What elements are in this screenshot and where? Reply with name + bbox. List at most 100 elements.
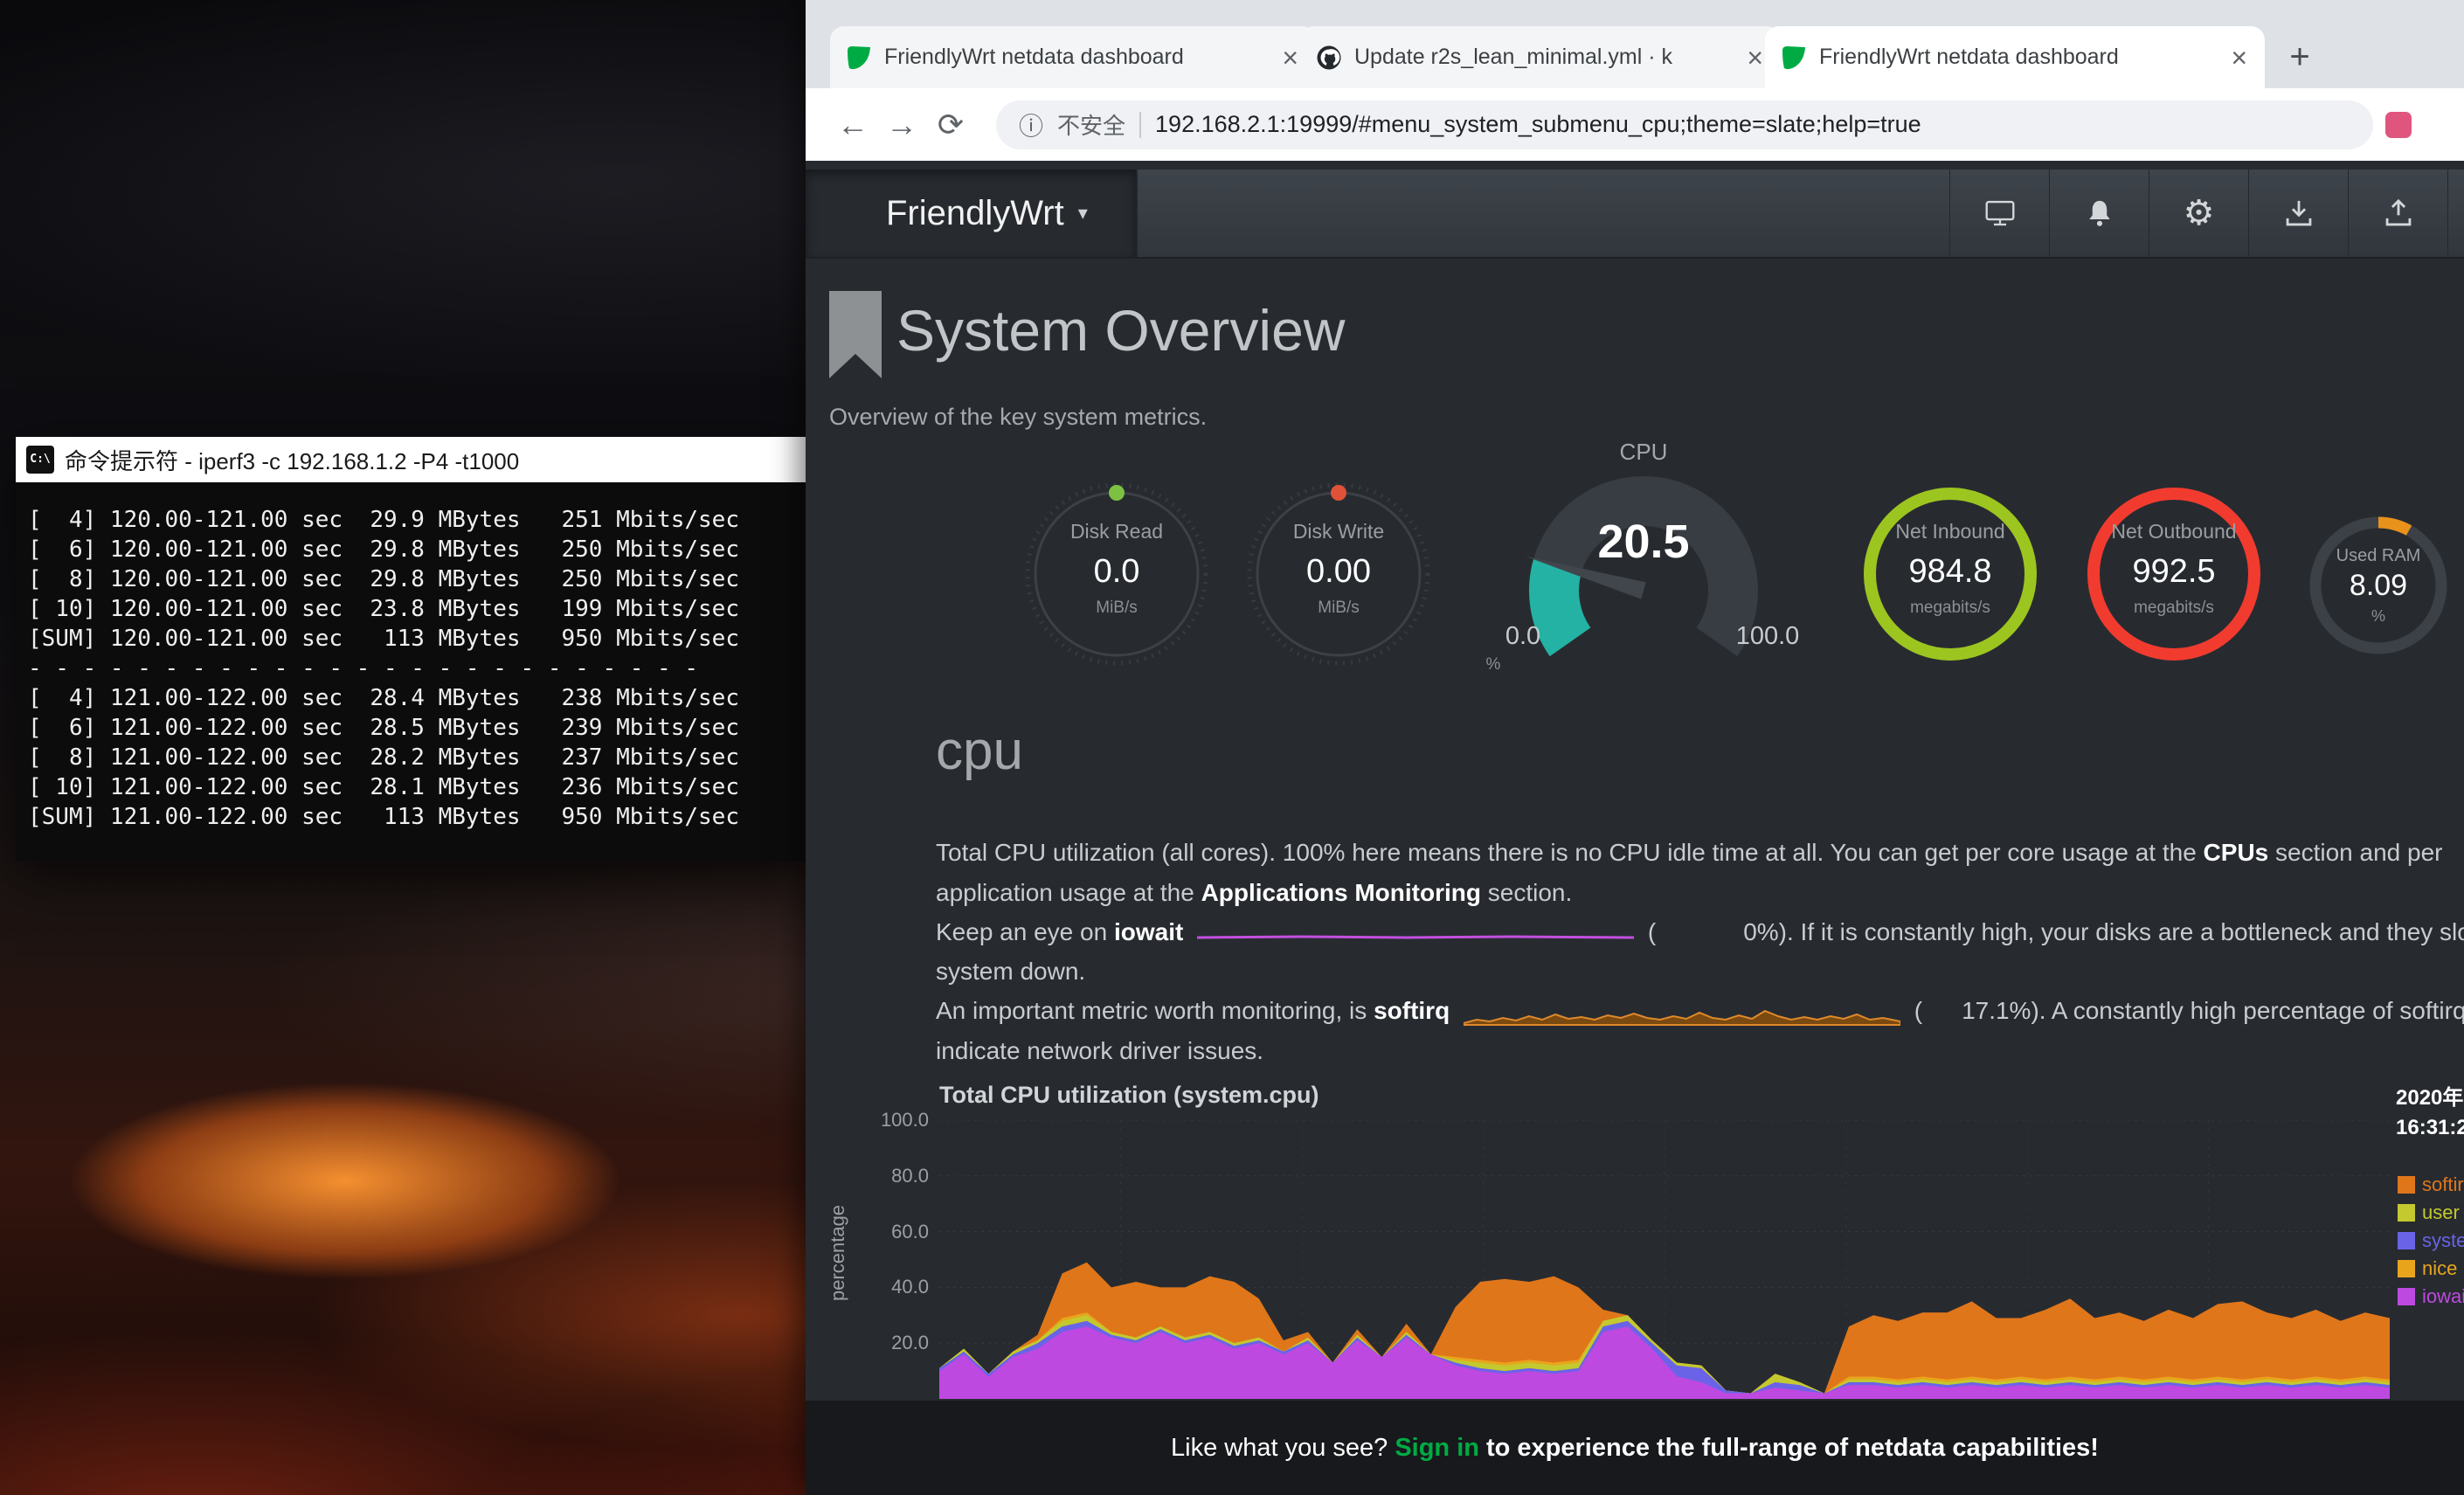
help-text: ). A constantly high percentage of softi… bbox=[2031, 997, 2464, 1024]
forward-button[interactable]: → bbox=[877, 107, 926, 143]
settings-button[interactable]: ⚙ bbox=[2149, 170, 2248, 257]
tab-friendlywrt-netdata-1[interactable]: FriendlyWrt netdata dashboard × bbox=[830, 26, 1316, 88]
gauge-value: 0.0 bbox=[1021, 553, 1213, 591]
gear-icon: ⚙ bbox=[2184, 196, 2215, 231]
site-info-icon[interactable]: ⓘ bbox=[1019, 107, 1043, 142]
legend-label: nice bbox=[2422, 1257, 2457, 1280]
cmd-icon: C:\ bbox=[26, 446, 54, 474]
export-snapshot-button[interactable] bbox=[2248, 170, 2348, 257]
legend-label: system bbox=[2422, 1229, 2464, 1252]
y-axis-label: percentage bbox=[827, 1166, 849, 1340]
help-text: system down. bbox=[936, 958, 1085, 985]
netdata-icon bbox=[1781, 45, 1807, 71]
tab-title: Update r2s_lean_minimal.yml · k bbox=[1354, 45, 1733, 70]
sign-in-link[interactable]: Sign in bbox=[1395, 1434, 1479, 1463]
new-tab-button[interactable]: + bbox=[2275, 33, 2324, 82]
legend-swatch bbox=[2398, 1288, 2415, 1305]
tab-strip: FriendlyWrt netdata dashboard × Update r… bbox=[806, 0, 2464, 88]
tab-close-icon[interactable]: × bbox=[1280, 44, 1300, 72]
tab-title: FriendlyWrt netdata dashboard bbox=[884, 45, 1268, 70]
legend-label: user bbox=[2422, 1201, 2460, 1224]
chart-date-line: 2020年3 bbox=[2396, 1083, 2464, 1113]
y-tick: 60.0 bbox=[850, 1221, 929, 1243]
legend-swatch bbox=[2398, 1260, 2415, 1277]
chart-time-line: 16:31:2 bbox=[2396, 1113, 2464, 1143]
back-button[interactable]: ← bbox=[828, 107, 877, 143]
legend-item-user[interactable]: user bbox=[2398, 1199, 2464, 1227]
gauge-unit: MiB/s bbox=[1242, 599, 1435, 618]
url-text: 192.168.2.1:19999/#menu_system_submenu_c… bbox=[1155, 111, 1921, 138]
legend-label: softirq bbox=[2422, 1173, 2464, 1196]
softirq-label: softirq bbox=[1374, 997, 1450, 1024]
help-text: section and per bbox=[2268, 839, 2442, 866]
tab-github[interactable]: Update r2s_lean_minimal.yml · k × bbox=[1300, 26, 1781, 88]
gauge-value: 984.8 bbox=[1854, 553, 2046, 591]
gauge-unit: megabits/s bbox=[1854, 599, 2046, 618]
applications-monitoring-link[interactable]: Applications Monitoring bbox=[1201, 879, 1481, 906]
cpu-gauge-unit: % bbox=[1486, 655, 1501, 674]
netdata-navbar: FriendlyWrt ▾ bbox=[806, 170, 2464, 259]
chart-legend: softirq user system nice iowait bbox=[2398, 1171, 2464, 1311]
cpu-gauge-min: 0.0 bbox=[1505, 622, 1540, 650]
monitor-icon bbox=[1983, 196, 2018, 231]
legend-item-iowait[interactable]: iowait bbox=[2398, 1283, 2464, 1311]
cpu-help-line-4: system down. bbox=[936, 952, 2464, 992]
alarms-button[interactable] bbox=[2049, 170, 2149, 257]
address-bar[interactable]: ⓘ 不安全 192.168.2.1:19999/#menu_system_sub… bbox=[996, 100, 2373, 149]
softirq-sparkline bbox=[1464, 997, 1900, 1028]
terminal-titlebar[interactable]: C:\ 命令提示符 - iperf3 -c 192.168.1.2 -P4 -t… bbox=[16, 437, 806, 482]
section-heading-cpu: cpu bbox=[936, 720, 1023, 782]
gauge-value: 8.09 bbox=[2304, 569, 2453, 603]
signin-text: Like what you see? bbox=[1171, 1434, 1388, 1463]
bell-icon bbox=[2082, 196, 2117, 231]
iowait-value: 0% bbox=[1743, 918, 1778, 945]
softirq-value: 17.1% bbox=[1962, 997, 2031, 1024]
security-label: 不安全 bbox=[1057, 108, 1125, 141]
y-tick: 20.0 bbox=[850, 1332, 929, 1354]
terminal-output[interactable]: [ 4] 120.00-121.00 sec 29.9 MBytes 251 M… bbox=[16, 482, 806, 862]
gauge-label: Used RAM bbox=[2304, 546, 2453, 566]
tab-close-icon[interactable]: × bbox=[2229, 44, 2249, 72]
y-tick: 80.0 bbox=[850, 1165, 929, 1187]
github-icon bbox=[1316, 45, 1342, 71]
gauge-label: Net Outbound bbox=[2078, 520, 2270, 543]
reload-button[interactable]: ⟳ bbox=[926, 107, 975, 143]
signin-text: to experience the full-range of netdata … bbox=[1486, 1434, 2099, 1463]
navbar-icons: ⚙ bbox=[1949, 170, 2448, 257]
netdata-icon bbox=[846, 45, 872, 71]
extension-icon[interactable] bbox=[2385, 112, 2412, 138]
terminal-window: C:\ 命令提示符 - iperf3 -c 192.168.1.2 -P4 -t… bbox=[16, 437, 806, 862]
gauge-value: 0.00 bbox=[1242, 553, 1435, 591]
gauge-dot bbox=[1109, 485, 1125, 501]
cpu-help-line-3: Keep an eye on iowait (0%). If it is con… bbox=[936, 912, 2464, 952]
net-outbound-gauge[interactable]: Net Outbound 992.5 megabits/s bbox=[2078, 478, 2270, 670]
net-inbound-gauge[interactable]: Net Inbound 984.8 megabits/s bbox=[1854, 478, 2046, 670]
import-snapshot-button[interactable] bbox=[2348, 170, 2448, 257]
signin-bar: Like what you see? Sign in to experience… bbox=[806, 1400, 2464, 1495]
monitor-button[interactable] bbox=[1949, 170, 2049, 257]
chart-title: Total CPU utilization (system.cpu) bbox=[939, 1082, 1319, 1109]
tab-close-icon[interactable]: × bbox=[1745, 44, 1765, 72]
disk-read-gauge[interactable]: Disk Read 0.0 MiB/s bbox=[1021, 478, 1213, 670]
brand-dropdown[interactable]: FriendlyWrt ▾ bbox=[806, 170, 1138, 257]
legend-item-nice[interactable]: nice bbox=[2398, 1255, 2464, 1283]
legend-label: iowait bbox=[2422, 1285, 2464, 1308]
legend-item-softirq[interactable]: softirq bbox=[2398, 1171, 2464, 1199]
legend-item-system[interactable]: system bbox=[2398, 1227, 2464, 1255]
cpus-link[interactable]: CPUs bbox=[2204, 839, 2269, 866]
cpu-gauge[interactable]: 20.5 0.0 100.0 % bbox=[1478, 460, 1810, 704]
cpu-help-line-1: Total CPU utilization (all cores). 100% … bbox=[936, 833, 2464, 873]
help-text: indicate network driver issues. bbox=[936, 1037, 1263, 1064]
netdata-page: FriendlyWrt ▾ bbox=[806, 161, 2464, 1495]
upload-icon bbox=[2381, 196, 2416, 231]
cpu-utilization-chart[interactable] bbox=[939, 1120, 2390, 1400]
used-ram-gauge[interactable]: Used RAM 8.09 % bbox=[2304, 511, 2453, 660]
cpu-help-line-5: An important metric worth monitoring, is… bbox=[936, 991, 2464, 1031]
gauge-value: 992.5 bbox=[2078, 553, 2270, 591]
tab-friendlywrt-netdata-2[interactable]: FriendlyWrt netdata dashboard × bbox=[1765, 26, 2265, 88]
help-text: ). If it is constantly high, your disks … bbox=[1779, 918, 2464, 945]
chart-datetime: 2020年3 16:31:2 bbox=[2396, 1083, 2464, 1143]
cpu-help-line-2: application usage at the Applications Mo… bbox=[936, 873, 2464, 913]
disk-write-gauge[interactable]: Disk Write 0.00 MiB/s bbox=[1242, 478, 1435, 670]
gauge-label: Disk Read bbox=[1021, 520, 1213, 543]
